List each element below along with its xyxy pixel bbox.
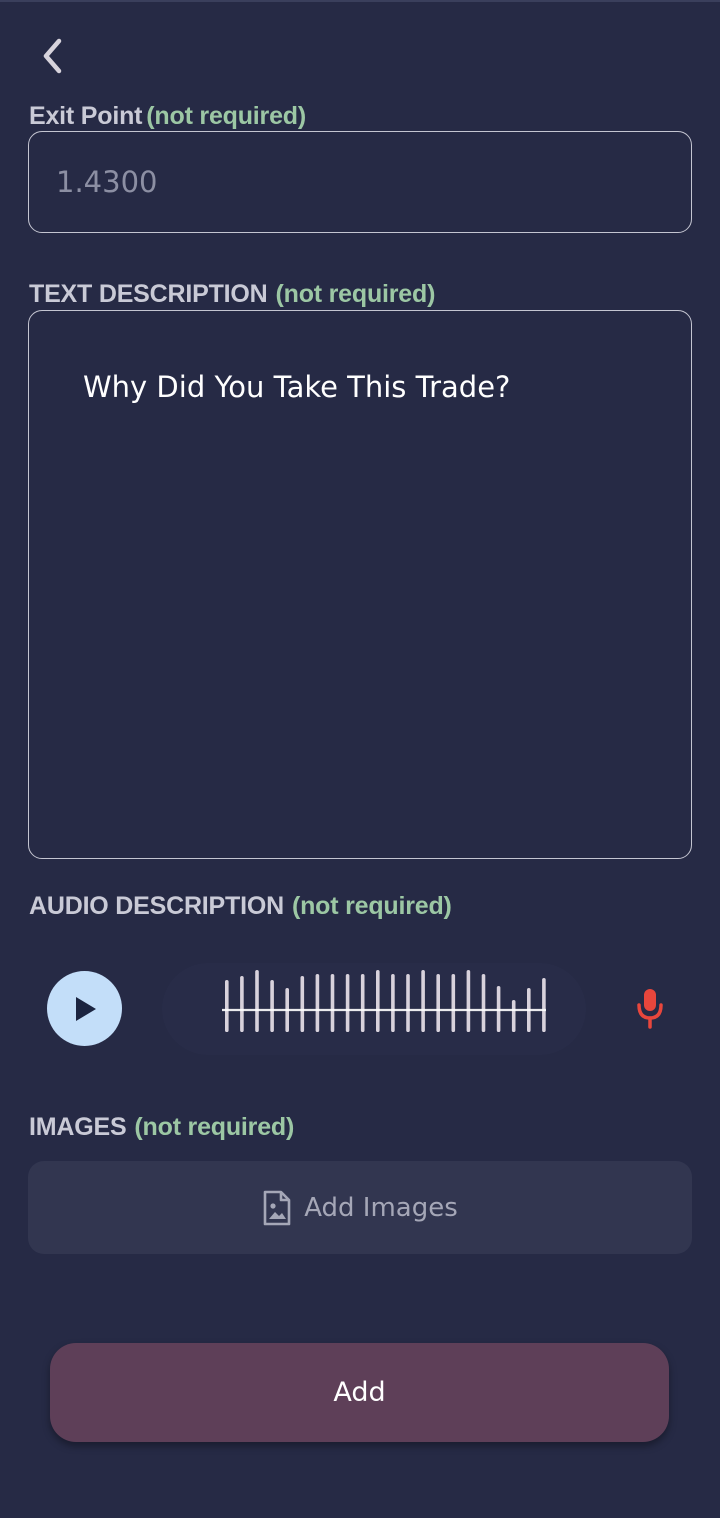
audio-description-title: AUDIO DESCRIPTION: [29, 892, 284, 920]
exit-point-note: (not required): [146, 102, 306, 130]
back-button[interactable]: [30, 34, 74, 78]
audio-waveform[interactable]: [162, 963, 586, 1055]
play-icon: [75, 996, 96, 1021]
waveform-bar: [376, 970, 380, 1032]
microphone-icon: [637, 989, 663, 1029]
chevron-left-icon: [43, 38, 62, 74]
add-submit-button[interactable]: Add: [50, 1343, 669, 1442]
add-images-label: Add Images: [304, 1192, 458, 1223]
waveform-bar: [436, 974, 440, 1032]
waveform-bar: [511, 1000, 516, 1032]
waveform-bar: [421, 970, 425, 1032]
images-label: IMAGES (not required): [29, 1113, 294, 1142]
text-description-textarea[interactable]: Why Did You Take This Trade?: [28, 310, 692, 859]
waveform-bar: [466, 970, 471, 1032]
images-title: IMAGES: [29, 1113, 127, 1141]
text-description-placeholder: Why Did You Take This Trade?: [83, 370, 511, 404]
images-note: (not required): [134, 1113, 295, 1141]
exit-point-label: Exit Point (not required): [29, 102, 306, 131]
waveform-bar: [270, 980, 274, 1032]
waveform-bar: [225, 980, 229, 1032]
waveform-bar: [315, 974, 320, 1032]
waveform-bar: [345, 974, 350, 1032]
image-file-icon: [263, 1190, 291, 1225]
exit-point-input[interactable]: 1.4300: [28, 131, 692, 233]
waveform-bar: [451, 974, 456, 1032]
record-audio-button[interactable]: [628, 986, 672, 1030]
waveform-bar: [391, 974, 395, 1032]
waveform-bar: [406, 974, 410, 1032]
text-description-label: TEXT DESCRIPTION (not required): [29, 280, 435, 309]
exit-point-placeholder: 1.4300: [56, 165, 158, 199]
audio-description-label: AUDIO DESCRIPTION (not required): [29, 892, 452, 921]
waveform-bar: [360, 974, 365, 1032]
text-description-note: (not required): [275, 280, 436, 308]
text-description-title: TEXT DESCRIPTION: [29, 280, 268, 308]
waveform-bar: [240, 976, 244, 1032]
exit-point-title: Exit Point: [29, 102, 143, 130]
audio-description-note: (not required): [291, 892, 452, 920]
waveform-bar: [255, 970, 259, 1032]
add-images-button[interactable]: Add Images: [28, 1161, 692, 1254]
waveform-bar: [300, 976, 305, 1032]
waveform-bar: [481, 974, 486, 1032]
waveform-bar: [330, 974, 335, 1032]
waveform-bar: [542, 978, 546, 1032]
waveform-bars: [222, 970, 546, 1032]
play-audio-button[interactable]: [47, 971, 122, 1046]
